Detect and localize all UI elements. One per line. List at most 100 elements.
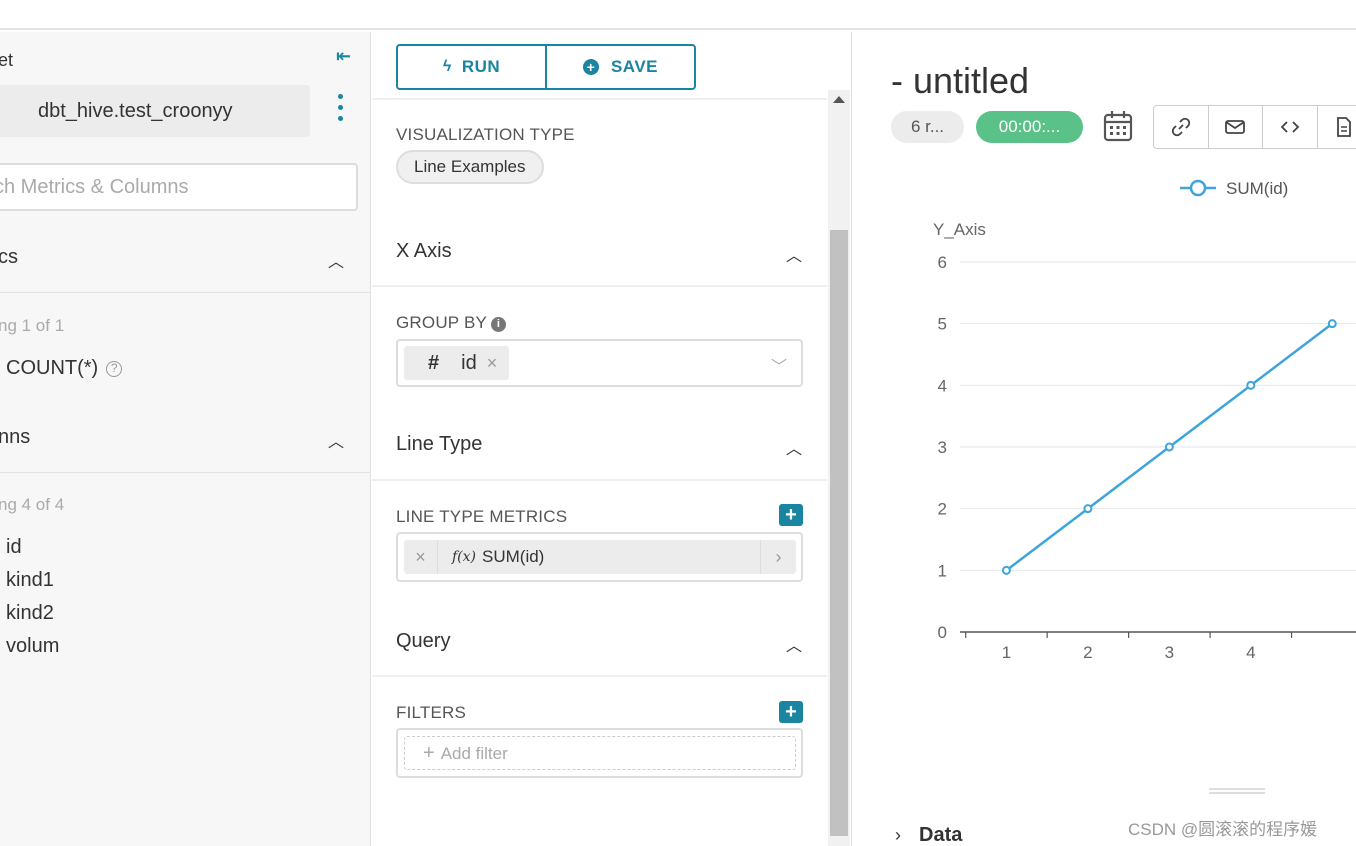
bolt-icon: ϟ <box>442 58 452 75</box>
data-point <box>1327 319 1337 329</box>
column-item[interactable]: kind1 <box>6 569 54 592</box>
embed-code-icon[interactable] <box>1263 106 1318 148</box>
metric-label: SUM(id) <box>482 547 545 566</box>
y-tick-label: 3 <box>938 438 947 457</box>
function-icon: f(x) <box>452 549 477 565</box>
chevron-down-icon[interactable]: ﹀ <box>771 353 787 377</box>
x-axis-section-title[interactable]: X Axis <box>396 240 452 263</box>
legend-label: SUM(id) <box>1226 179 1288 198</box>
y-tick-label: 6 <box>938 253 947 272</box>
chevron-up-icon[interactable]: ︿ <box>786 632 802 656</box>
chart-title[interactable]: - untitled <box>891 60 1029 102</box>
metrics-field: × f(x) SUM(id) › <box>396 532 803 582</box>
help-icon: ? <box>106 360 123 377</box>
search-input[interactable]: ch Metrics & Columns <box>0 163 358 211</box>
add-metric-button[interactable]: + <box>779 504 803 526</box>
metric-label: COUNT(*) <box>6 357 99 379</box>
chevron-up-icon[interactable]: ︿ <box>328 248 344 272</box>
viz-type-label: VISUALIZATION TYPE <box>396 125 575 144</box>
chevron-right-icon: › <box>895 825 901 845</box>
collapse-panel-icon[interactable]: ⇤ <box>336 46 351 67</box>
group-by-text: GROUP BY <box>396 313 488 332</box>
y-tick-label: 2 <box>938 500 947 519</box>
column-item[interactable]: kind2 <box>6 602 54 625</box>
x-tick-label: 3 <box>1165 643 1174 662</box>
info-icon: i <box>491 317 507 332</box>
y-axis-label: Y_Axis <box>933 220 986 239</box>
chevron-up-icon[interactable]: ︿ <box>328 428 344 452</box>
line-chart: 0 1 2 3 4 5 6 1 2 3 4 Y_Axis SUM(id) <box>933 179 1356 662</box>
datasource-panel: et ⇤ dbt_hive.test_croonyy ch Metrics & … <box>0 32 371 846</box>
y-tick-label: 5 <box>938 315 947 334</box>
link-icon[interactable] <box>1154 106 1209 148</box>
data-point <box>1083 504 1093 514</box>
data-point <box>1164 442 1174 452</box>
watermark: CSDN @圆滚滚的程序媛 <box>1128 820 1318 839</box>
add-filter-input[interactable]: + Add filter <box>404 736 796 770</box>
controls-panel: ϟ RUN + SAVE VISUALIZATION TYPE Line Examp… <box>372 32 852 846</box>
y-tick-label: 1 <box>938 561 947 580</box>
x-tick-label: 2 <box>1083 643 1092 662</box>
line-type-metrics-label: LINE TYPE METRICS <box>396 507 568 526</box>
chevron-up-icon[interactable]: ︿ <box>786 242 802 266</box>
metrics-section-title[interactable]: cs <box>0 246 18 269</box>
column-item[interactable]: volum <box>6 635 59 658</box>
metric-item[interactable]: COUNT(*)? <box>6 357 123 380</box>
data-point <box>1246 380 1256 390</box>
viz-type-selector[interactable]: Line Examples <box>396 150 544 184</box>
remove-metric-icon[interactable]: × <box>404 540 438 574</box>
line-type-section-title[interactable]: Line Type <box>396 433 482 456</box>
divider <box>372 675 827 677</box>
x-tick-label: 4 <box>1246 643 1255 662</box>
columns-section-title[interactable]: nns <box>0 426 30 449</box>
chart-panel: - untitled 6 r... 00:00:... 0 1 2 3 4 5 6 1 2 3 4 Y… <box>853 32 1356 846</box>
numeric-type-icon: # <box>428 352 440 374</box>
save-label: SAVE <box>610 57 659 76</box>
plus-icon: + <box>423 742 435 764</box>
action-buttons: ϟ RUN + SAVE <box>396 44 696 90</box>
run-label: RUN <box>461 57 501 76</box>
group-by-label: GROUP BY i <box>396 313 507 333</box>
share-toolbar <box>1153 105 1356 149</box>
group-by-select[interactable]: # id × ﹀ <box>396 339 803 387</box>
data-point <box>1001 565 1011 575</box>
row-count-badge: 6 r... <box>891 111 964 143</box>
filters-field: + Add filter <box>396 728 803 778</box>
remove-tag-icon[interactable]: × <box>487 353 498 373</box>
y-tick-label: 0 <box>938 623 947 642</box>
metrics-count: ng 1 of 1 <box>0 316 65 335</box>
query-section-title[interactable]: Query <box>396 630 450 653</box>
x-tick-label: 1 <box>1002 643 1011 662</box>
divider <box>0 472 370 473</box>
chevron-up-icon[interactable]: ︿ <box>786 435 802 459</box>
metric-tag[interactable]: × f(x) SUM(id) › <box>404 540 796 574</box>
calendar-icon[interactable] <box>1103 110 1133 142</box>
save-button[interactable]: + SAVE <box>545 46 694 88</box>
scrollbar-thumb[interactable] <box>830 230 848 836</box>
plus-circle-icon: + <box>582 59 599 75</box>
resize-handle[interactable] <box>1209 788 1265 794</box>
top-navbar <box>0 0 1356 30</box>
divider <box>372 98 827 100</box>
group-by-tag: # id × <box>404 346 510 380</box>
add-filter-label: Add filter <box>440 744 508 763</box>
divider <box>372 285 827 287</box>
scroll-up-arrow-icon[interactable] <box>833 96 845 103</box>
column-item[interactable]: id <box>6 536 22 559</box>
run-button[interactable]: ϟ RUN <box>398 46 545 88</box>
data-section-toggle[interactable]: › Data <box>895 824 962 846</box>
dataset-menu-icon[interactable] <box>333 94 347 128</box>
file-icon[interactable] <box>1318 106 1356 148</box>
add-filter-button[interactable]: + <box>779 701 803 723</box>
y-tick-label: 4 <box>938 376 947 395</box>
query-timer-badge: 00:00:... <box>976 111 1083 143</box>
dataset-label: et <box>0 50 14 70</box>
email-icon[interactable] <box>1209 106 1263 148</box>
divider <box>372 479 827 481</box>
filters-label: FILTERS <box>396 703 467 722</box>
legend-marker <box>1189 179 1207 197</box>
chevron-right-icon[interactable]: › <box>760 540 796 574</box>
columns-count: ng 4 of 4 <box>0 495 65 514</box>
data-section-label: Data <box>919 824 963 846</box>
dataset-name[interactable]: dbt_hive.test_croonyy <box>0 85 310 137</box>
